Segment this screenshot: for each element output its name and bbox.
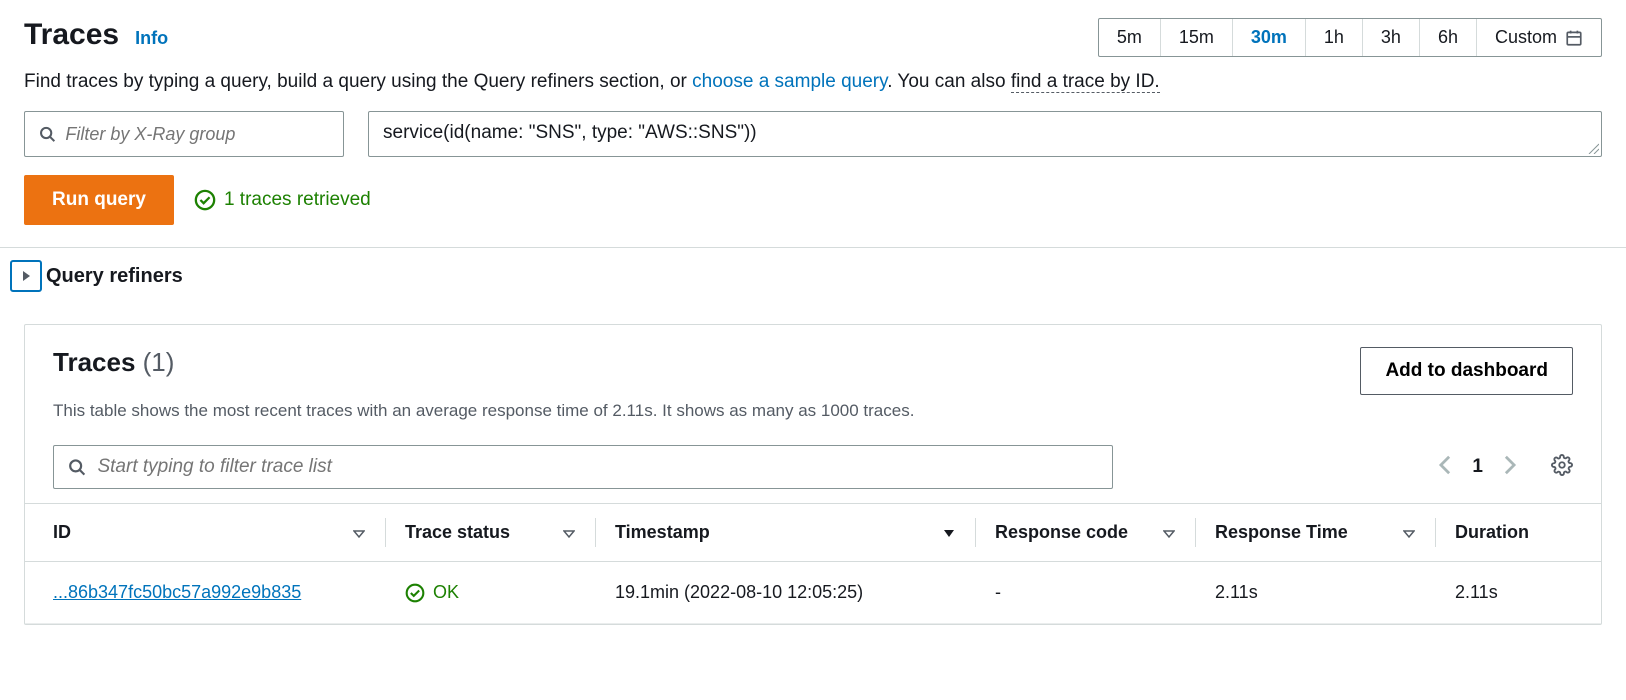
xray-group-filter[interactable] (24, 111, 344, 157)
time-option-3h[interactable]: 3h (1363, 19, 1420, 56)
table-settings-button[interactable] (1551, 454, 1573, 481)
cell-response-time: 2.11s (1195, 562, 1435, 624)
time-custom-label: Custom (1495, 27, 1557, 48)
find-trace-by-id-link[interactable]: find a trace by ID. (1011, 71, 1160, 93)
triangle-right-icon (20, 270, 32, 282)
sort-icon (1163, 527, 1175, 539)
table-row: ...86b347fc50bc57a992e9b835 OK 19.1min (… (25, 562, 1601, 624)
column-header-status[interactable]: Trace status (385, 504, 595, 562)
column-header-response-code[interactable]: Response code (975, 504, 1195, 562)
chevron-left-icon (1438, 454, 1452, 476)
traces-panel-title: Traces (1) (53, 347, 174, 377)
traces-panel: Traces (1) Add to dashboard This table s… (24, 324, 1602, 625)
pagination-prev[interactable] (1438, 454, 1452, 481)
add-to-dashboard-button[interactable]: Add to dashboard (1360, 347, 1573, 395)
sort-icon (563, 527, 575, 539)
column-header-duration[interactable]: Duration (1435, 504, 1601, 562)
trace-list-filter[interactable] (53, 445, 1113, 489)
time-option-1h[interactable]: 1h (1306, 19, 1363, 56)
time-option-15m[interactable]: 15m (1161, 19, 1233, 56)
query-value: service(id(name: "SNS", type: "AWS::SNS"… (383, 122, 757, 143)
sort-desc-icon (943, 527, 955, 539)
column-header-id[interactable]: ID (25, 504, 385, 562)
search-icon (39, 125, 55, 143)
sample-query-link[interactable]: choose a sample query (692, 71, 887, 92)
chevron-right-icon (1503, 454, 1517, 476)
query-refiners-toggle[interactable] (10, 260, 42, 292)
query-status: 1 traces retrieved (194, 189, 371, 211)
pagination: 1 (1438, 454, 1573, 481)
traces-count: (1) (143, 347, 175, 377)
pagination-page: 1 (1472, 456, 1483, 478)
instructions-pre: Find traces by typing a query, build a q… (24, 71, 692, 92)
traces-panel-subtitle: This table shows the most recent traces … (25, 395, 1601, 421)
search-icon (68, 458, 85, 476)
traces-title-text: Traces (53, 347, 135, 377)
query-textarea[interactable]: service(id(name: "SNS", type: "AWS::SNS"… (368, 111, 1602, 157)
sort-icon (1403, 527, 1415, 539)
traces-table: ID Trace status Timestamp (25, 503, 1601, 624)
time-range-picker: 5m 15m 30m 1h 3h 6h Custom (1098, 18, 1602, 57)
cell-duration: 2.11s (1435, 562, 1601, 624)
info-link[interactable]: Info (135, 28, 168, 49)
cell-timestamp: 19.1min (2022-08-10 12:05:25) (595, 562, 975, 624)
column-header-timestamp[interactable]: Timestamp (595, 504, 975, 562)
column-header-response-time[interactable]: Response Time (1195, 504, 1435, 562)
instructions-mid: . You can also (887, 71, 1011, 92)
column-timestamp-label: Timestamp (615, 522, 710, 543)
time-option-5m[interactable]: 5m (1099, 19, 1161, 56)
check-circle-icon (405, 583, 425, 603)
column-duration-label: Duration (1455, 522, 1529, 543)
resize-handle-icon[interactable] (1587, 142, 1599, 154)
instructions-text: Find traces by typing a query, build a q… (0, 57, 1626, 93)
sort-icon (353, 527, 365, 539)
column-id-label: ID (53, 522, 71, 543)
cell-response-code: - (975, 562, 1195, 624)
pagination-next[interactable] (1503, 454, 1517, 481)
trace-id-link[interactable]: ...86b347fc50bc57a992e9b835 (53, 582, 301, 602)
trace-list-filter-input[interactable] (97, 456, 1098, 478)
calendar-icon (1565, 29, 1583, 47)
status-badge: OK (405, 582, 575, 603)
page-title: Traces (24, 18, 119, 52)
time-option-30m[interactable]: 30m (1233, 19, 1306, 56)
query-status-text: 1 traces retrieved (224, 189, 371, 211)
run-query-button[interactable]: Run query (24, 175, 174, 225)
query-refiners-label: Query refiners (46, 265, 183, 288)
check-circle-icon (194, 189, 216, 211)
gear-icon (1551, 454, 1573, 476)
xray-group-input[interactable] (65, 124, 329, 145)
column-response-code-label: Response code (995, 522, 1128, 543)
status-text: OK (433, 582, 459, 603)
column-status-label: Trace status (405, 522, 510, 543)
time-option-custom[interactable]: Custom (1477, 19, 1601, 56)
column-response-time-label: Response Time (1215, 522, 1348, 543)
time-option-6h[interactable]: 6h (1420, 19, 1477, 56)
